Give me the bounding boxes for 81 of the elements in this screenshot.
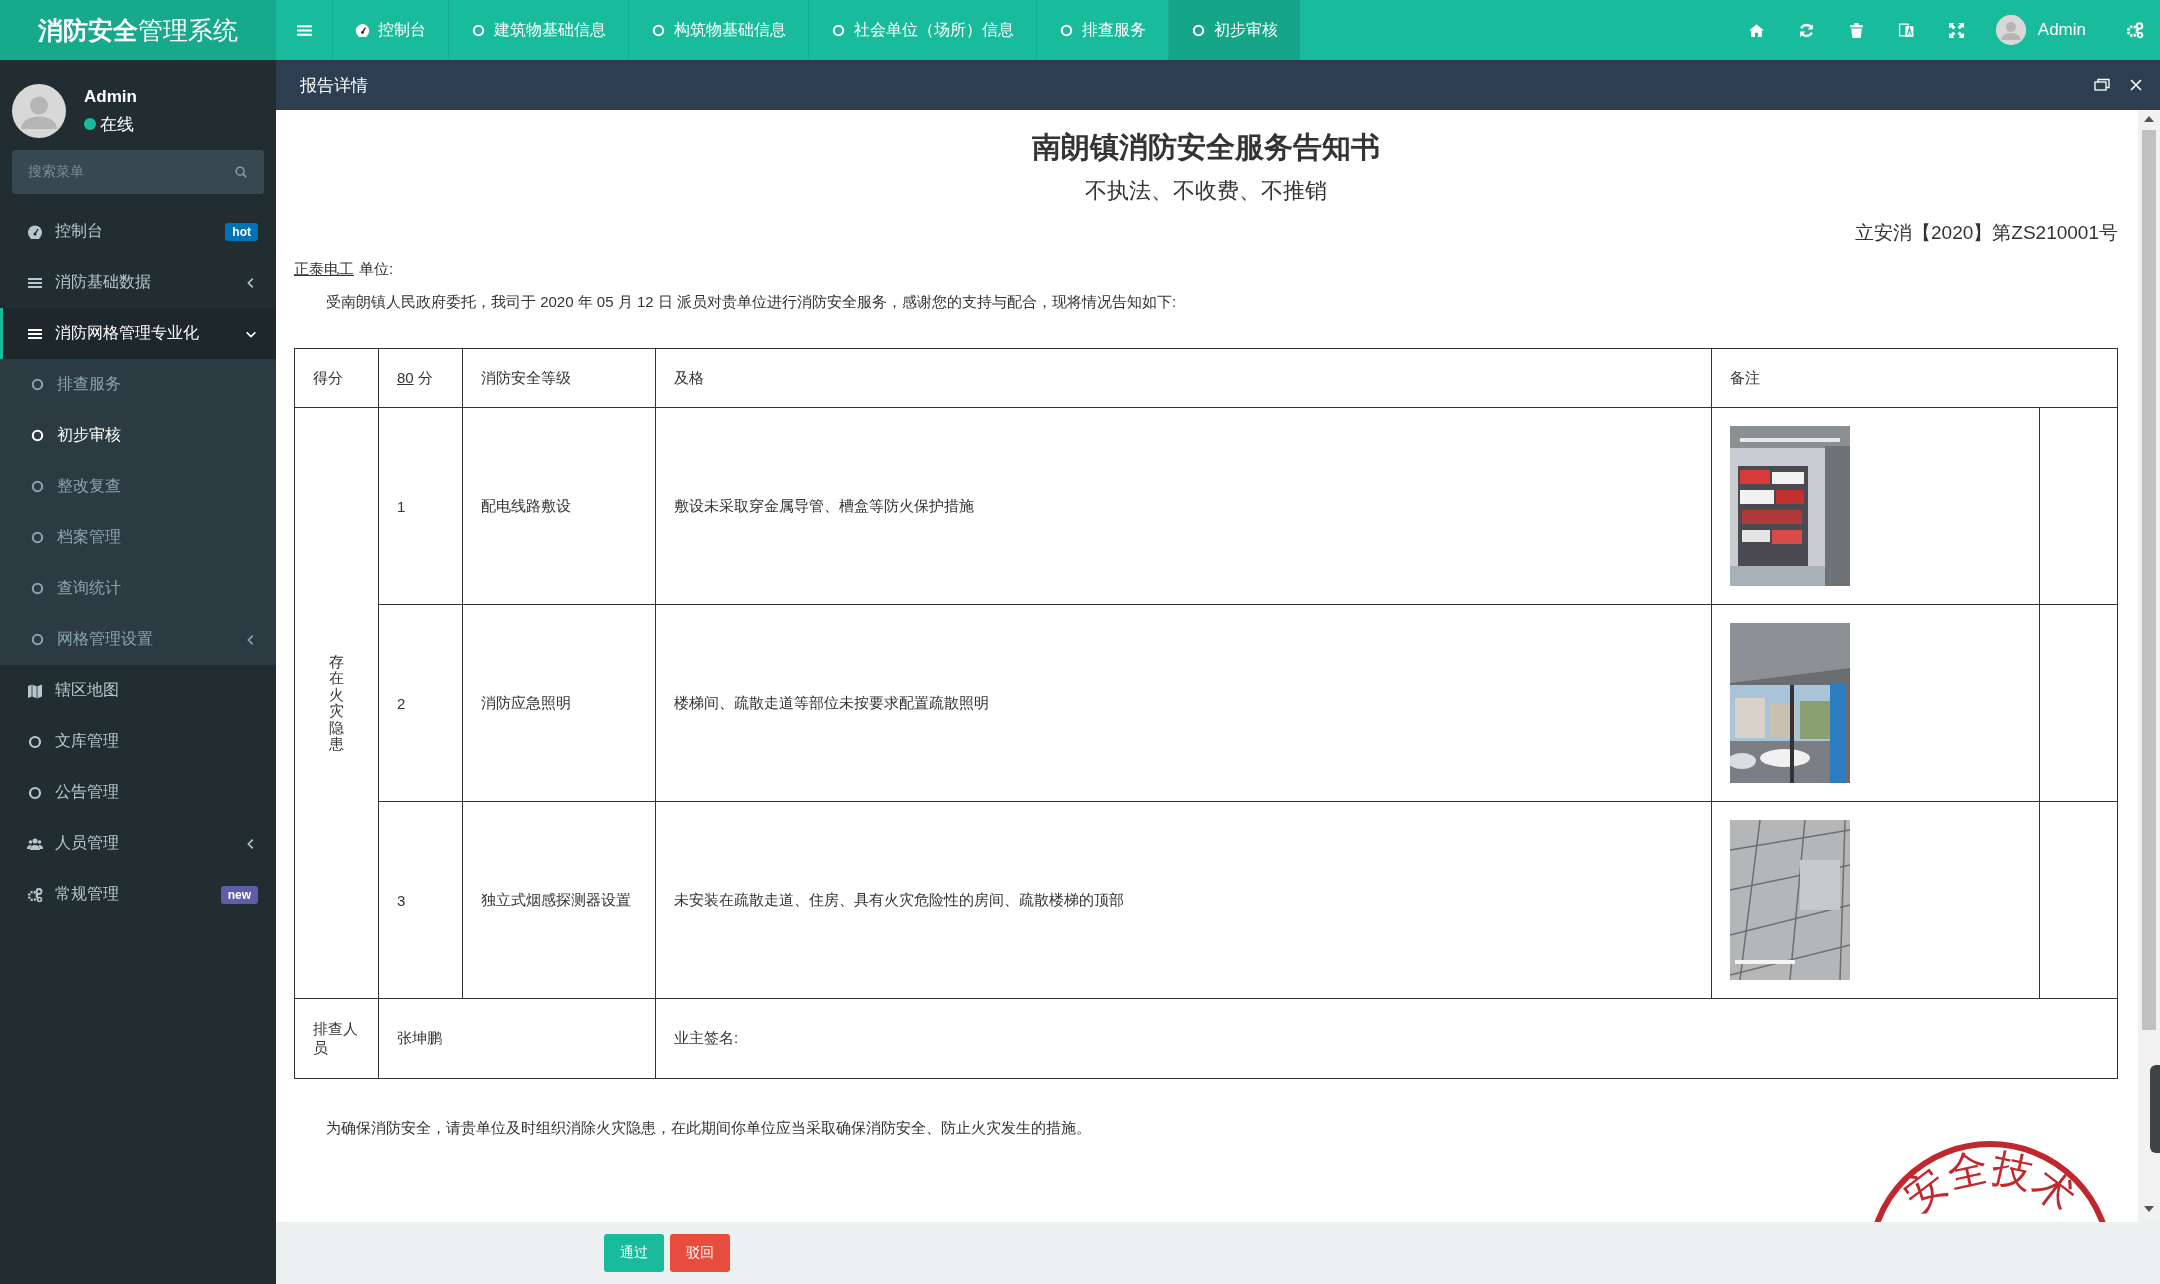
table-cell: 备注 [1711,348,2118,408]
table-cell: 2 [378,604,463,802]
table-cell: 配电线路敷设 [462,407,656,605]
document-title: 南朗镇消防安全服务告知书 [1031,130,1381,165]
circle-icon [651,22,666,38]
table-cell: 业主签名: [655,998,2118,1079]
gauge-icon [27,223,43,240]
search-icon [234,165,248,179]
table-cell: 楼梯间、疏散走道等部位未按要求配置疏散照明 [655,604,1712,802]
app-logo: 消防安全管理系统 [0,0,276,60]
table-cell: 张坤鹏 [378,998,656,1079]
submenu-item[interactable]: 网格管理设置 [0,614,276,665]
sidebar-item[interactable]: 文库管理 [0,716,276,767]
sidebar-item[interactable]: 消防网格管理专业化 [0,308,276,359]
panel-title: 报告详情 [300,74,369,97]
approve-button[interactable]: 通过 [604,1234,664,1272]
translate-icon[interactable] [1898,21,1916,39]
avatar-icon [12,84,66,138]
status-text: 在线 [100,113,134,136]
sidebar-item[interactable]: 控制台 hot [0,206,276,257]
trash-icon[interactable] [1848,21,1866,39]
document-subtitle: 不执法、不收费、不推销 [1084,177,1328,205]
circle-icon [30,428,45,443]
fullscreen-icon[interactable] [1948,21,1966,39]
circle-icon [30,479,45,494]
menu-badge: hot [225,222,258,241]
circle-icon [27,784,43,801]
user-name: Admin [84,86,137,107]
gauge-icon [355,22,370,38]
table-cell: 排查人员 [294,998,379,1079]
circle-icon [30,377,45,392]
circle-icon [27,733,43,750]
reject-button[interactable]: 驳回 [670,1234,730,1272]
submenu-item[interactable]: 初步审核 [0,410,276,461]
circle-icon [1059,22,1074,38]
sidebar-item[interactable]: 公告管理 [0,767,276,818]
submenu-item[interactable]: 整改复查 [0,461,276,512]
closing-text: 为确保消防安全，请贵单位及时组织消除火灾隐患，在此期间你单位应当采取确保消防安全、防止火灾发生的措施。 [325,1119,1092,1138]
status-dot [84,118,96,130]
sidebar-item[interactable]: 消防基础数据 [0,257,276,308]
score-cell: 80 分 [378,348,463,408]
table-cell: 未安装在疏散走道、住房、具有火灾危险性的房间、疏散楼梯的顶部 [655,801,1712,999]
home-icon[interactable] [1748,21,1766,39]
sidebar-item[interactable]: 人员管理 [0,818,276,869]
document-number: 立安消【2020】第ZS210001号 [1854,221,2118,245]
gears-icon [27,886,43,903]
unit-label: 单位: [359,260,394,279]
submenu-item[interactable]: 查询统计 [0,563,276,614]
table-cell: 存在火灾隐患 [294,407,379,999]
user-name[interactable]: Admin [2037,20,2086,40]
submenu-item[interactable]: 排查服务 [0,359,276,410]
circle-icon [30,632,45,647]
map-icon [27,682,43,699]
scrollbar-thumb[interactable] [2142,130,2156,1030]
sidebar-item[interactable]: 常规管理 new [0,869,276,920]
table-cell: 独立式烟感探测器设置 [462,801,656,999]
submenu-item[interactable]: 档案管理 [0,512,276,563]
circle-icon [471,22,486,38]
circle-icon [30,581,45,596]
menu-badge: new [220,885,258,904]
refresh-icon[interactable] [1798,21,1816,39]
close-icon[interactable] [2128,77,2144,93]
search-field[interactable]: 搜索菜单 [12,150,264,194]
table-cell: 及格 [655,348,1712,408]
intro-text: 受南朗镇人民政府委托，我司于 2020 年 05 月 12 日 派员对贵单位进行消防安全服务，感谢您的支持与配合，现将情况告知如下: [325,293,1178,312]
gears-icon[interactable] [2126,21,2144,39]
side-widget-icon[interactable] [2150,1065,2160,1153]
nav-tab[interactable]: 初步审核 [1168,0,1300,60]
table-cell: 敷设未采取穿金属导管、槽盒等防火保护措施 [655,407,1712,605]
unit-name: 正泰电工 [294,260,354,279]
circle-icon [1191,22,1206,38]
table-cell: 3 [378,801,463,999]
table-cell: 消防安全等级 [462,348,656,408]
sidebar-item[interactable]: 辖区地图 [0,665,276,716]
table-cell: 得分 [294,348,379,408]
circle-icon [831,22,846,38]
table-cell: 消防应急照明 [462,604,656,802]
avatar-icon[interactable] [1995,15,2026,45]
circle-icon [30,530,45,545]
table-cell: 1 [378,407,463,605]
restore-icon[interactable] [2094,77,2110,93]
